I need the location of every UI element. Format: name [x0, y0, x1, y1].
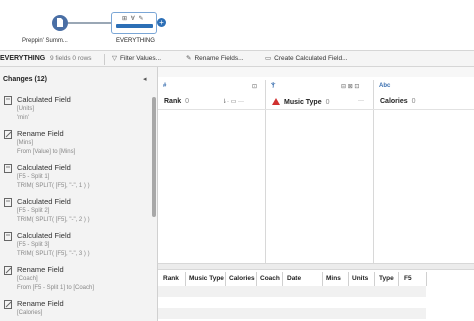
field-name: Rank 0	[164, 98, 190, 105]
changes-pane: Changes (12) ◂ Calculated Field [Units] …	[0, 67, 158, 321]
column-header[interactable]: Date	[287, 275, 301, 282]
table-row	[158, 308, 426, 319]
change-type: Rename Field	[17, 129, 64, 138]
add-step-button[interactable]: +	[157, 18, 166, 27]
grid-header: Rank Music Type Calories Coach Date Mins…	[158, 270, 474, 286]
toolbar-divider	[104, 54, 105, 65]
input-node-label: Preppin' Summ...	[22, 38, 68, 44]
profile-card-rank[interactable]: # ⊡ Rank 0 ⇂· ▭ ···	[158, 80, 266, 263]
change-detail: [Calories]	[17, 310, 43, 316]
table-row	[158, 286, 426, 297]
change-detail: [Units]	[17, 106, 35, 112]
collapse-pane-icon[interactable]: ◂	[143, 75, 147, 83]
calculated-field-icon: ▭	[265, 55, 272, 62]
field-name: Music Type 0	[272, 98, 330, 106]
flow-canvas: Preppin' Summ... ⊞ ∀ ✎ + EVERYTHING	[0, 0, 474, 50]
card-menu-icons[interactable]: ⊟ ⊠ ⊡	[341, 83, 359, 90]
column-header[interactable]: F5	[404, 275, 412, 282]
document-icon	[57, 18, 63, 27]
card-tools-icon[interactable]: ⇂· ▭ ···	[222, 98, 244, 105]
change-type: Calculated Field	[17, 231, 71, 240]
card-tools-icon[interactable]: ···	[358, 98, 364, 104]
profile-pane: # ⊡ Rank 0 ⇂· ▭ ··· Ⲯ ⊟ ⊠ ⊡ Music Type 0 ·…	[158, 67, 474, 263]
change-type: Rename Field	[17, 299, 64, 308]
change-detail: [F5 - Split 2]	[17, 208, 50, 214]
create-calculated-field-button[interactable]: ▭ Create Calculated Field...	[265, 54, 348, 62]
change-detail: [Coach]	[17, 276, 38, 282]
filter-values-button[interactable]: ▽ Filter Values...	[112, 54, 161, 62]
clean-step-label: EVERYTHING	[116, 38, 155, 44]
clean-step-node[interactable]: ⊞ ∀ ✎	[111, 12, 157, 34]
column-header[interactable]: Coach	[260, 275, 280, 282]
change-detail: From [Value] to [Mins]	[17, 149, 76, 155]
calc-icon	[4, 96, 12, 105]
clean-step-icons: ⊞ ∀ ✎	[122, 16, 145, 22]
changes-scrollbar[interactable]	[152, 97, 156, 217]
change-type: Calculated Field	[17, 163, 71, 172]
step-toolbar: EVERYTHING 9 fields 0 rows ▽ Filter Value…	[0, 50, 474, 67]
column-divider	[322, 272, 323, 286]
column-divider	[374, 272, 375, 286]
rename-fields-button[interactable]: ✎ Rename Fields...	[186, 54, 244, 62]
table-row	[158, 297, 426, 308]
changes-title: Changes (12)	[3, 76, 47, 83]
field-type-icon: Ⲯ	[271, 83, 276, 89]
clean-step-bar	[116, 24, 153, 28]
warning-icon	[272, 98, 280, 105]
calc-icon	[4, 198, 12, 207]
card-menu-icon[interactable]: ⊡	[252, 83, 257, 90]
change-type: Calculated Field	[17, 95, 71, 104]
data-grid: Rank Music Type Calories Coach Date Mins…	[158, 270, 474, 321]
rename-icon	[4, 266, 12, 275]
column-divider	[225, 272, 226, 286]
column-divider	[426, 272, 427, 286]
input-node[interactable]	[52, 15, 68, 31]
change-detail: From [F5 - Split 1] to [Coach]	[17, 285, 95, 291]
column-header[interactable]: Rank	[163, 275, 179, 282]
change-type: Calculated Field	[17, 197, 71, 206]
step-title: EVERYTHING	[0, 55, 46, 62]
column-divider	[185, 272, 186, 286]
change-detail: [F5 - Split 1]	[17, 174, 50, 180]
column-header[interactable]: Calories	[229, 275, 255, 282]
profile-card-calories[interactable]: Abc Calories 0	[374, 80, 474, 263]
column-divider	[348, 272, 349, 286]
change-detail: [Mins]	[17, 140, 34, 146]
card-divider	[158, 109, 266, 110]
rename-icon: ✎	[186, 55, 192, 62]
column-header[interactable]: Units	[352, 275, 368, 282]
create-calculated-field-label: Create Calculated Field...	[274, 55, 348, 62]
change-detail: [F5 - Split 3]	[17, 242, 50, 248]
profile-card-music-type[interactable]: Ⲯ ⊟ ⊠ ⊡ Music Type 0 ···	[266, 80, 374, 263]
step-meta: 9 fields 0 rows	[50, 55, 92, 62]
column-divider	[282, 272, 283, 286]
rename-fields-label: Rename Fields...	[194, 55, 244, 62]
field-name: Calories 0	[380, 98, 416, 105]
column-divider	[398, 272, 399, 286]
column-header[interactable]: Music Type	[189, 275, 224, 282]
change-detail: 'min'	[17, 115, 29, 121]
change-detail: TRIM( SPLIT( [F5], "-", 2 ) )	[17, 217, 90, 223]
change-detail: TRIM( SPLIT( [F5], "-", 3 ) )	[17, 251, 90, 257]
change-detail: TRIM( SPLIT( [F5], "-", 1 ) )	[17, 183, 90, 189]
calc-icon	[4, 232, 12, 241]
card-divider	[374, 109, 474, 110]
field-type-icon: #	[163, 83, 167, 89]
filter-values-label: Filter Values...	[120, 55, 162, 62]
rename-icon	[4, 130, 12, 139]
column-header[interactable]: Type	[379, 275, 394, 282]
calc-icon	[4, 164, 12, 173]
rename-icon	[4, 300, 12, 309]
pane-splitter[interactable]	[158, 263, 474, 270]
profile-topbar	[158, 67, 474, 77]
column-divider	[256, 272, 257, 286]
filter-icon: ▽	[112, 55, 117, 62]
card-divider	[266, 109, 374, 110]
change-type: Rename Field	[17, 265, 64, 274]
column-header[interactable]: Mins	[326, 275, 341, 282]
flow-connector	[68, 22, 112, 24]
field-type-icon: Abc	[379, 83, 391, 89]
